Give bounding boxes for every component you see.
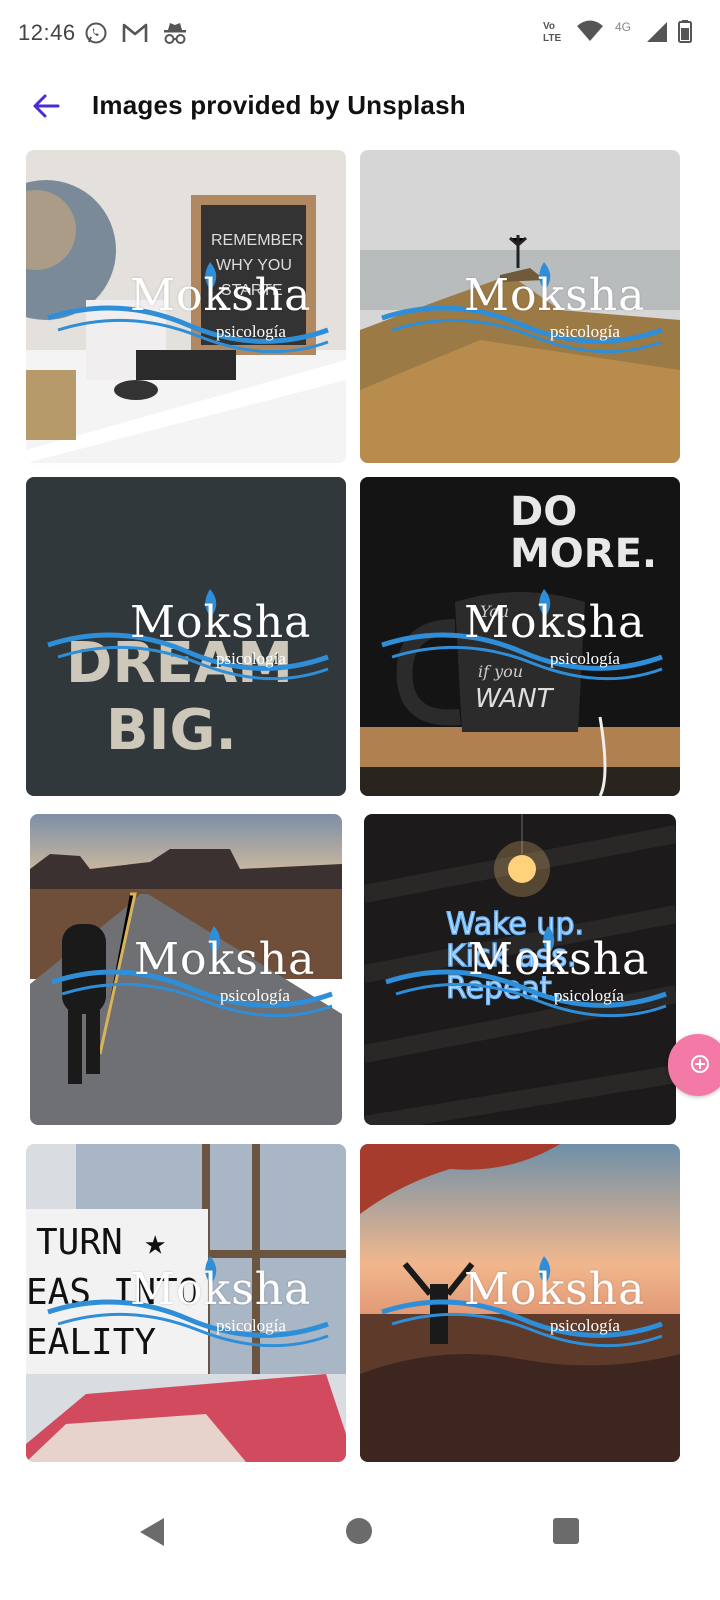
svg-text:EAS INTO: EAS INTO bbox=[26, 1272, 199, 1313]
svg-text:REMEMBER: REMEMBER bbox=[211, 232, 303, 249]
whatsapp-icon bbox=[85, 22, 107, 44]
image-tile-8[interactable]: Moksha psicología bbox=[360, 1144, 680, 1462]
back-button[interactable] bbox=[24, 84, 68, 128]
image-tile-6[interactable]: Wake up. Kick ass. Repeat. Moksha psicol… bbox=[364, 814, 676, 1125]
image-tile-5[interactable]: Moksha psicología bbox=[30, 814, 342, 1125]
svg-text:You: You bbox=[480, 602, 509, 621]
nav-back-icon[interactable] bbox=[138, 1516, 166, 1548]
status-left-icons bbox=[84, 21, 188, 45]
image-tile-7[interactable]: TURN ★ EAS INTO EALITY Moksha psicología bbox=[26, 1144, 346, 1462]
svg-text:WANT: WANT bbox=[475, 684, 555, 714]
network-4g-icon: 4G bbox=[615, 20, 631, 34]
nav-home-icon[interactable] bbox=[346, 1518, 372, 1544]
gmail-icon bbox=[122, 23, 148, 42]
plus-circle-icon bbox=[691, 1055, 709, 1073]
svg-text:MORE.: MORE. bbox=[510, 531, 657, 577]
app-bar: Images provided by Unsplash bbox=[0, 72, 720, 142]
svg-text:DO: DO bbox=[510, 489, 577, 535]
svg-text:EALITY: EALITY bbox=[26, 1322, 156, 1363]
battery-icon bbox=[678, 20, 692, 43]
image-tile-4[interactable]: DO MORE. You if you WANT Moksha psicolog… bbox=[360, 477, 680, 796]
status-bar: 12:46 Vo LTE 4G bbox=[0, 0, 720, 66]
floating-action-button[interactable] bbox=[668, 1034, 720, 1096]
svg-text:4G: 4G bbox=[615, 20, 631, 34]
status-right-icons: Vo LTE 4G bbox=[542, 18, 692, 44]
image-tile-2[interactable]: Moksha psicología bbox=[360, 150, 680, 463]
svg-text:Vo: Vo bbox=[543, 21, 555, 32]
system-nav-bar bbox=[0, 1490, 720, 1600]
mug-photo: DO MORE. You if you WANT bbox=[360, 477, 680, 796]
neon-sign-photo: Wake up. Kick ass. Repeat. bbox=[364, 814, 676, 1125]
chalk-wall-photo: DREAM BIG. bbox=[26, 477, 346, 796]
svg-text:Repeat.: Repeat. bbox=[446, 971, 561, 1006]
page-title: Images provided by Unsplash bbox=[92, 90, 466, 120]
svg-text:Kick ass.: Kick ass. bbox=[446, 939, 577, 974]
wifi-icon bbox=[577, 20, 603, 41]
desert-road-photo bbox=[30, 814, 342, 1125]
arrow-left-icon bbox=[33, 94, 60, 118]
lightbox-photo: TURN ★ EAS INTO EALITY bbox=[26, 1144, 346, 1462]
nav-recents-icon[interactable] bbox=[553, 1518, 579, 1544]
incognito-icon bbox=[164, 23, 186, 44]
svg-text:LTE: LTE bbox=[543, 33, 561, 44]
svg-text:BIG.: BIG. bbox=[106, 698, 237, 763]
svg-text:DREAM: DREAM bbox=[66, 631, 293, 696]
sunset-photo bbox=[360, 1144, 680, 1462]
signal-icon bbox=[647, 22, 667, 42]
svg-text:Wake up.: Wake up. bbox=[446, 907, 584, 942]
svg-text:WHY YOU: WHY YOU bbox=[216, 257, 292, 274]
image-tile-3[interactable]: DREAM BIG. Moksha psicología bbox=[26, 477, 346, 796]
svg-text:if you: if you bbox=[478, 662, 523, 681]
volte-icon: Vo LTE bbox=[543, 21, 561, 44]
svg-text:TURN ★: TURN ★ bbox=[36, 1222, 166, 1263]
status-time: 12:46 bbox=[18, 20, 76, 45]
image-tile-1[interactable]: REMEMBER WHY YOU STARTE Moksha psicologí… bbox=[26, 150, 346, 463]
svg-text:STARTE: STARTE bbox=[221, 282, 283, 299]
shelf-photo: REMEMBER WHY YOU STARTE bbox=[26, 150, 346, 463]
mountain-photo bbox=[360, 150, 680, 463]
